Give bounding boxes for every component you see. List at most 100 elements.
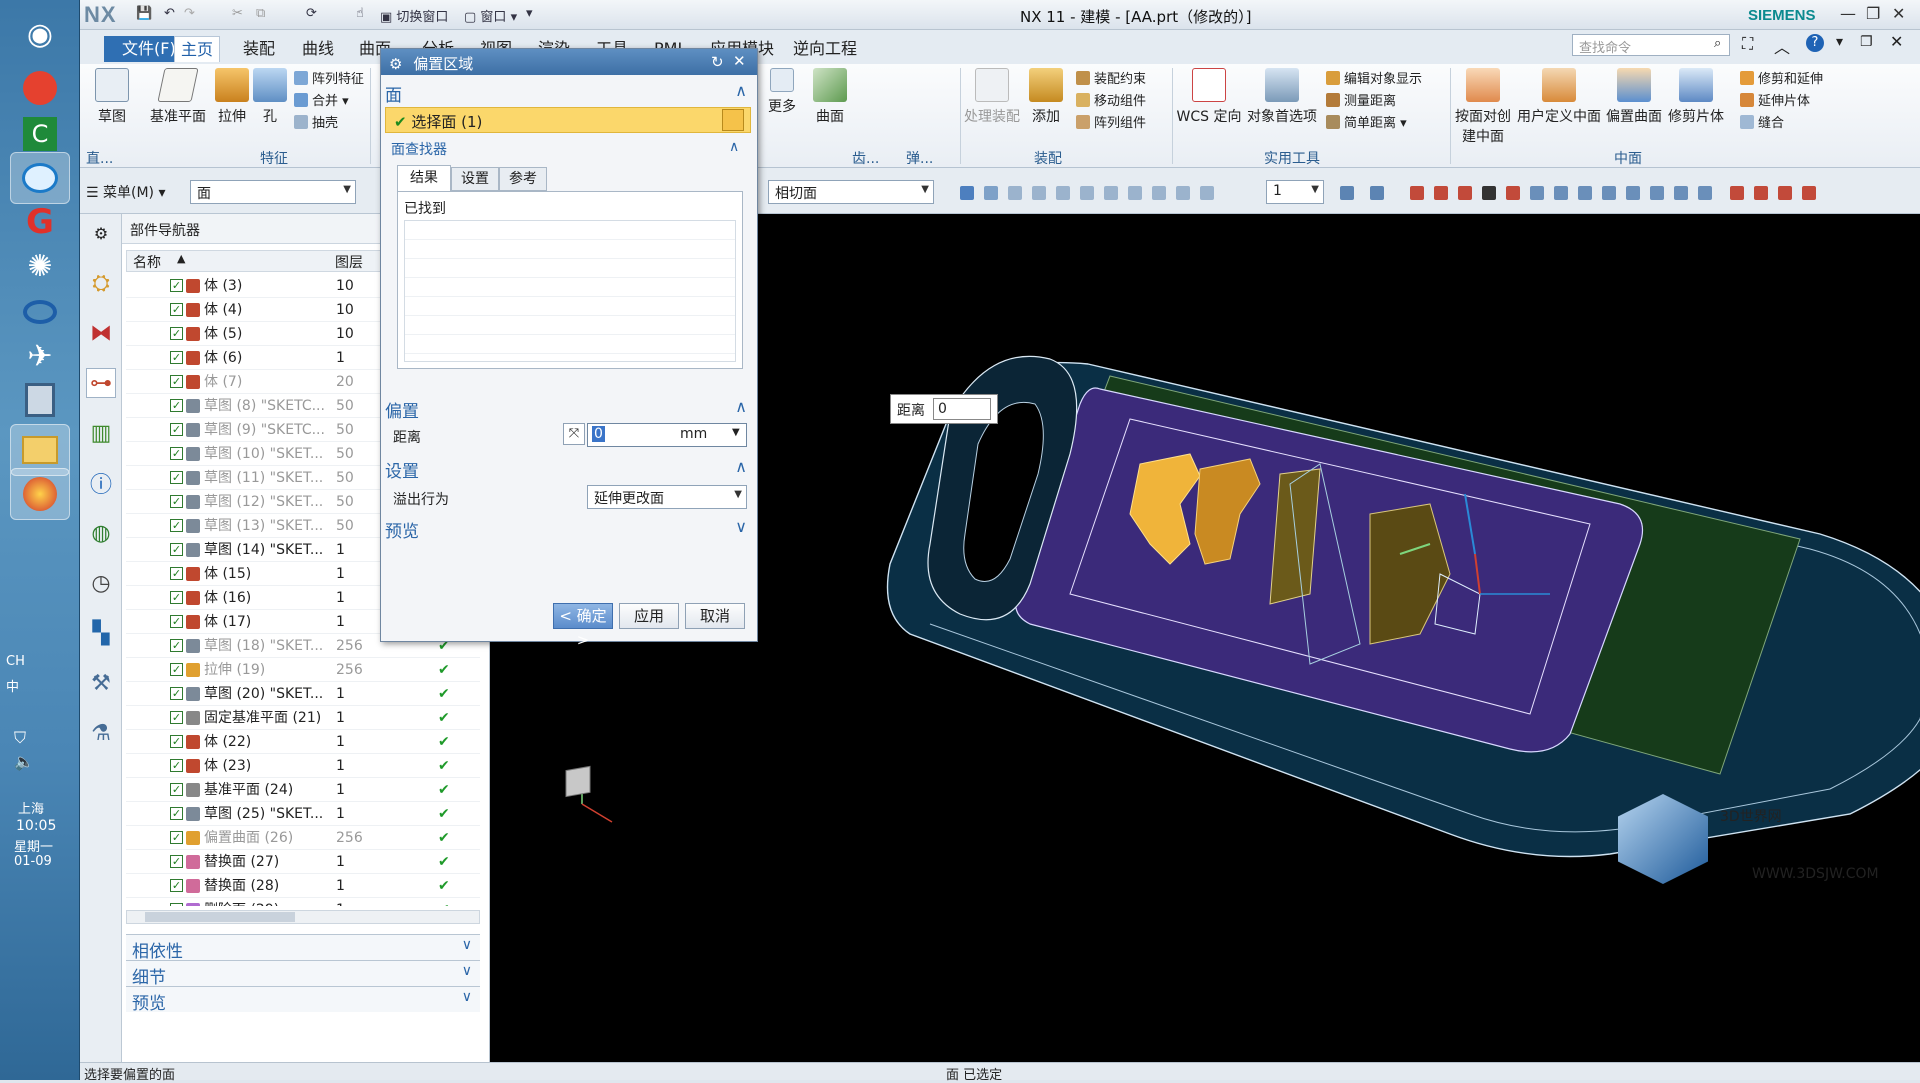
select-face-row[interactable]: ✔ 选择面 (1) — [385, 107, 751, 133]
distance-unit[interactable]: mm — [680, 426, 707, 442]
visibility-checkbox[interactable]: ✓ — [170, 303, 183, 316]
more-button[interactable]: 更多 — [762, 68, 802, 116]
surface-tool-icon[interactable] — [1554, 186, 1568, 200]
surface-tool-icon[interactable] — [1578, 186, 1592, 200]
restore-icon[interactable]: ❐ — [1866, 4, 1880, 23]
face-finder-header[interactable]: 面查找器∧ — [391, 139, 747, 163]
extend-sheet-button[interactable]: 延伸片体 — [1740, 90, 1810, 109]
pattern-component-button[interactable]: 阵列组件 — [1076, 112, 1146, 131]
repeat-command-icon[interactable]: ⟳ — [306, 6, 317, 21]
view-icon[interactable] — [1340, 186, 1354, 200]
visibility-checkbox[interactable]: ✓ — [170, 327, 183, 340]
face-rule-select[interactable]: 相切面 — [768, 180, 934, 204]
surface-tool-icon[interactable] — [1626, 186, 1640, 200]
ok-button[interactable]: < 确定 > — [553, 603, 613, 629]
tray-shield-icon[interactable]: ⛉ — [14, 728, 26, 748]
collapse-ribbon-icon[interactable]: ︿ — [1774, 34, 1790, 58]
surface-tool-icon[interactable] — [1674, 186, 1688, 200]
menu-button[interactable]: ☰ 菜单(M) ▾ — [86, 182, 166, 202]
distance-onscreen-value[interactable]: 0 — [933, 398, 991, 420]
curve-icon[interactable] — [1410, 186, 1424, 200]
visibility-checkbox[interactable]: ✓ — [170, 591, 183, 604]
snap-icon[interactable] — [960, 186, 974, 200]
media-player-icon[interactable] — [10, 62, 70, 114]
visibility-checkbox[interactable]: ✓ — [170, 759, 183, 772]
surface-tool-icon[interactable] — [1698, 186, 1712, 200]
settings-section-header[interactable]: 设置∧ — [385, 457, 751, 482]
window-menu-button[interactable]: ▢ 窗口 ▾ — [464, 6, 517, 25]
tree-row[interactable]: ✓草图 (25) "SKET...1✔ — [126, 802, 480, 826]
system-materials-icon[interactable]: ▚ — [86, 618, 116, 648]
undo-icon[interactable]: ↶ — [164, 6, 175, 21]
settings-gear-icon[interactable]: ⚙ — [86, 218, 116, 248]
dialog-title-bar[interactable]: ⚙ 偏置区域 ↻ ✕ — [381, 49, 757, 75]
visibility-checkbox[interactable]: ✓ — [170, 447, 183, 460]
tab-reference[interactable]: 参考 — [499, 167, 547, 191]
snap-icon[interactable] — [1176, 186, 1190, 200]
visibility-checkbox[interactable]: ✓ — [170, 735, 183, 748]
tree-row[interactable]: ✓删除面 (29)1✔ — [126, 898, 480, 906]
found-list[interactable] — [404, 220, 736, 362]
ime-indicator[interactable]: 中 — [6, 676, 19, 695]
ribbon-options-icon[interactable]: ▾ — [1836, 34, 1843, 50]
hole-button[interactable]: 孔 — [252, 68, 288, 126]
visibility-checkbox[interactable]: ✓ — [170, 351, 183, 364]
cancel-button[interactable]: 取消 — [685, 603, 745, 629]
visibility-checkbox[interactable]: ✓ — [170, 423, 183, 436]
history-icon[interactable]: ◷ — [86, 568, 116, 598]
face-section-header[interactable]: 面∧ — [385, 81, 751, 106]
part-navigator-icon[interactable]: ⊶ — [86, 368, 116, 398]
move-component-button[interactable]: 移动组件 — [1076, 90, 1146, 109]
add-component-button[interactable]: 添加 — [1026, 68, 1066, 126]
visibility-checkbox[interactable]: ✓ — [170, 783, 183, 796]
curve-icon[interactable] — [1434, 186, 1448, 200]
tablet-icon[interactable] — [10, 374, 70, 426]
touch-mode-icon[interactable]: ☝ — [356, 6, 364, 21]
overflow-select[interactable]: 延伸更改面 — [587, 485, 747, 509]
measure-distance-button[interactable]: 测量距离 — [1326, 90, 1396, 109]
dependencies-panel[interactable]: 相依性∨ — [126, 934, 480, 960]
close-icon[interactable]: ✕ — [1892, 4, 1905, 23]
visibility-checkbox[interactable]: ✓ — [170, 639, 183, 652]
tab-home[interactable]: 主页 — [174, 36, 220, 62]
face-pair-midsurface-button[interactable]: 按面对创建中面 — [1452, 68, 1514, 146]
wcs-orient-button[interactable]: WCS 定向 — [1174, 68, 1244, 126]
user-defined-midsurface-button[interactable]: 用户定义中面 — [1516, 68, 1602, 126]
model-body[interactable] — [888, 356, 1920, 856]
command-search-input[interactable]: 查找命令 — [1572, 34, 1730, 56]
visibility-checkbox[interactable]: ✓ — [170, 903, 183, 906]
clock-time[interactable]: 10:05 — [16, 818, 56, 834]
sew-button[interactable]: 缝合 — [1740, 112, 1784, 131]
text-icon[interactable] — [1482, 186, 1496, 200]
assembly-constraint-button[interactable]: 装配约束 — [1076, 68, 1146, 87]
visibility-checkbox[interactable]: ✓ — [170, 831, 183, 844]
simple-distance-button[interactable]: 简单距离 ▾ — [1326, 112, 1407, 131]
edit-object-display-button[interactable]: 编辑对象显示 — [1326, 68, 1422, 87]
process-assembly-button[interactable]: 处理装配 — [962, 68, 1022, 126]
snap-icon[interactable] — [1152, 186, 1166, 200]
cut-icon[interactable]: ✂ — [232, 6, 243, 21]
snap-icon[interactable] — [1200, 186, 1214, 200]
visibility-checkbox[interactable]: ✓ — [170, 279, 183, 292]
visibility-checkbox[interactable]: ✓ — [170, 687, 183, 700]
visibility-checkbox[interactable]: ✓ — [170, 711, 183, 724]
tab-reverse-engineering[interactable]: 逆向工程 — [787, 36, 863, 62]
visibility-checkbox[interactable]: ✓ — [170, 879, 183, 892]
sketch-button[interactable]: 草图 — [92, 68, 132, 126]
column-name-header[interactable]: 名称 — [133, 252, 161, 272]
tree-row[interactable]: ✓拉伸 (19)256✔ — [126, 658, 480, 682]
tree-row[interactable]: ✓体 (23)1✔ — [126, 754, 480, 778]
start-orb-icon[interactable]: ◉ — [10, 8, 70, 60]
face-cube-icon[interactable] — [722, 109, 744, 131]
surface-tool-icon[interactable] — [1530, 186, 1544, 200]
curve-icon[interactable] — [1458, 186, 1472, 200]
tree-row[interactable]: ✓基准平面 (24)1✔ — [126, 778, 480, 802]
snap-icon[interactable] — [1008, 186, 1022, 200]
visibility-checkbox[interactable]: ✓ — [170, 471, 183, 484]
visibility-checkbox[interactable]: ✓ — [170, 615, 183, 628]
manufacturing-wizard-icon[interactable]: ⚗ — [86, 718, 116, 748]
visibility-checkbox[interactable]: ✓ — [170, 495, 183, 508]
switch-window-button[interactable]: ▣ 切换窗口 — [380, 6, 448, 25]
curve-icon[interactable] — [1778, 186, 1792, 200]
object-prefs-button[interactable]: 对象首选项 — [1244, 68, 1320, 126]
